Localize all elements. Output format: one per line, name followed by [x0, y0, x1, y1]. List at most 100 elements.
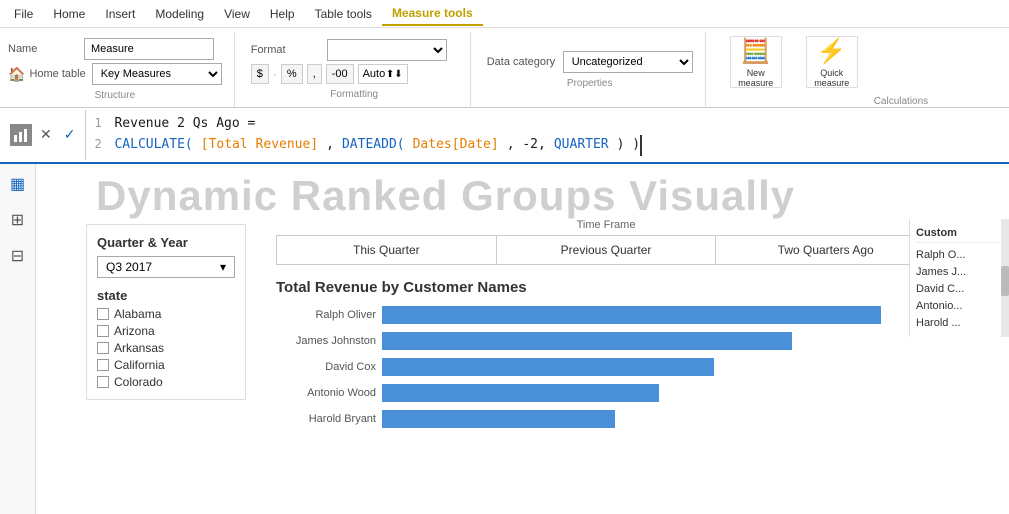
formula-editor[interactable]: 1 Revenue 2 Qs Ago = 2 CALCULATE( [Total… — [86, 110, 1005, 160]
state-checkbox-alabama[interactable] — [97, 308, 109, 320]
bar-track-4 — [382, 410, 936, 428]
menu-insert[interactable]: Insert — [95, 3, 145, 25]
bar-label-4: Harold Bryant — [276, 413, 376, 425]
data-category-row: Data category Uncategorized — [487, 51, 693, 73]
comma-button[interactable]: , — [307, 64, 322, 84]
time-btn-previous-quarter[interactable]: Previous Quarter — [497, 236, 717, 264]
chart-panel: Time Frame This Quarter Previous Quarter… — [276, 219, 936, 428]
formula-line-1: 1 Revenue 2 Qs Ago = — [94, 114, 997, 135]
calculations-section-label: Calculations — [874, 96, 928, 107]
state-name-colorado: Colorado — [114, 375, 163, 389]
quick-measure-area: ⚡ Quick measure — [798, 32, 866, 92]
bar-track-2 — [382, 358, 936, 376]
menu-file[interactable]: File — [4, 3, 43, 25]
new-measure-button[interactable]: 🧮 New measure — [730, 36, 782, 88]
formula-controls: ✕ ✓ — [4, 110, 86, 160]
bar-row-3: Antonio Wood — [276, 384, 936, 402]
formula-line-2: 2 CALCULATE( [Total Revenue] , DATEADD( … — [94, 135, 997, 156]
state-item-arizona: Arizona — [97, 324, 235, 338]
menu-modeling[interactable]: Modeling — [145, 3, 214, 25]
data-category-label: Data category — [487, 56, 557, 68]
quick-measure-button[interactable]: ⚡ Quick measure — [806, 36, 858, 88]
state-item-alabama: Alabama — [97, 307, 235, 321]
menu-table-tools[interactable]: Table tools — [305, 3, 382, 25]
data-category-select[interactable]: Uncategorized — [563, 51, 693, 73]
formula-cancel-button[interactable]: ✕ — [36, 124, 56, 145]
bar-fill-2 — [382, 358, 714, 376]
dollar-button[interactable]: $ — [251, 64, 269, 84]
dot-separator: · — [273, 67, 277, 81]
percent-button[interactable]: % — [281, 64, 303, 84]
bar-label-3: Antonio Wood — [276, 387, 376, 399]
state-checkbox-arizona[interactable] — [97, 325, 109, 337]
ribbon-home-table-row: 🏠 Home table Key Measures — [8, 63, 222, 85]
format-select[interactable] — [327, 39, 447, 61]
bar-track-3 — [382, 384, 936, 402]
chart-title: Total Revenue by Customer Names — [276, 279, 936, 296]
calculator-icon: 🧮 — [741, 37, 771, 66]
formula-args: , -2, — [507, 135, 546, 156]
right-item-2: David C... — [916, 283, 1003, 295]
right-item-1: James J... — [916, 266, 1003, 278]
formula-calculate: CALCULATE( — [114, 135, 192, 156]
ribbon-properties-section: Data category Uncategorized Properties — [487, 32, 706, 107]
bar-fill-4 — [382, 410, 615, 428]
state-checkbox-arkansas[interactable] — [97, 342, 109, 354]
bar-label-1: James Johnston — [276, 335, 376, 347]
spin-arrows[interactable]: ⬆⬇ — [386, 69, 403, 80]
properties-section-label: Properties — [487, 78, 693, 89]
bar-track-0 — [382, 306, 936, 324]
formula-measure: [Total Revenue] — [201, 135, 318, 156]
formula-line1-text: Revenue 2 Qs Ago = — [114, 114, 255, 135]
sidebar-icons: ▦ ⊞ ⊟ — [0, 164, 36, 514]
main-content: ▦ ⊞ ⊟ Dynamic Ranked Groups Visually Qua… — [0, 164, 1009, 514]
time-btn-two-quarters[interactable]: Two Quarters Ago — [716, 236, 935, 264]
menu-help[interactable]: Help — [260, 3, 305, 25]
ribbon-calculations-section: 🧮 New measure ⚡ Quick measure Calculatio… — [722, 32, 940, 107]
quarter-year-dropdown[interactable]: Q3 2017 ▾ — [97, 256, 235, 278]
auto-spin-control[interactable]: Auto ⬆⬇ — [358, 64, 408, 84]
name-label: Name — [8, 43, 78, 55]
bar-row-1: James Johnston — [276, 332, 936, 350]
time-frame-label: Time Frame — [276, 219, 936, 231]
menu-measure-tools[interactable]: Measure tools — [382, 2, 483, 26]
ribbon-structure-section: Name 🏠 Home table Key Measures Structure — [8, 32, 235, 107]
scrollbar-track[interactable] — [1001, 219, 1009, 337]
home-table-select[interactable]: Key Measures — [92, 63, 222, 85]
home-table-label: 🏠 Home table — [8, 66, 86, 83]
state-item-california: California — [97, 358, 235, 372]
structure-section-label: Structure — [8, 90, 222, 101]
format-label: Format — [251, 44, 321, 56]
time-btn-this-quarter[interactable]: This Quarter — [277, 236, 497, 264]
quarter-year-value: Q3 2017 — [106, 260, 152, 274]
formula-comma1: , — [326, 135, 334, 156]
dec-minus-button[interactable]: -00 — [326, 64, 354, 84]
scrollbar-thumb[interactable] — [1001, 266, 1009, 296]
menu-home[interactable]: Home — [43, 3, 95, 25]
time-frame-buttons: This Quarter Previous Quarter Two Quarte… — [276, 235, 936, 265]
formula-dateadd: DATEADD( — [342, 135, 405, 156]
state-label: state — [97, 288, 235, 303]
name-input[interactable] — [84, 38, 214, 60]
formula-quarter: QUARTER — [554, 135, 609, 156]
menu-view[interactable]: View — [214, 3, 260, 25]
bar-fill-3 — [382, 384, 659, 402]
model-icon[interactable]: ⊟ — [4, 242, 32, 270]
bar-chart-icon[interactable]: ▦ — [4, 170, 32, 198]
state-name-alabama: Alabama — [114, 307, 161, 321]
formula-field: Dates[Date] — [413, 135, 499, 156]
table-icon[interactable]: ⊞ — [4, 206, 32, 234]
format-row: Format — [251, 39, 447, 61]
formula-confirm-button[interactable]: ✓ — [60, 124, 80, 145]
state-checkbox-california[interactable] — [97, 359, 109, 371]
dropdown-chevron-icon: ▾ — [220, 260, 226, 274]
page-title: Dynamic Ranked Groups Visually — [96, 172, 795, 220]
ribbon-formatting-section: Format $ · % , -00 Auto ⬆⬇ Formatting — [251, 32, 471, 107]
right-item-4: Harold ... — [916, 317, 1003, 329]
right-item-3: Antonio... — [916, 300, 1003, 312]
format-controls-row: $ · % , -00 Auto ⬆⬇ — [251, 64, 408, 84]
state-checkbox-colorado[interactable] — [97, 376, 109, 388]
new-measure-area: 🧮 New measure — [722, 32, 790, 92]
chart-icon — [10, 124, 32, 146]
state-list: Alabama Arizona Arkansas California Colo… — [97, 307, 235, 389]
